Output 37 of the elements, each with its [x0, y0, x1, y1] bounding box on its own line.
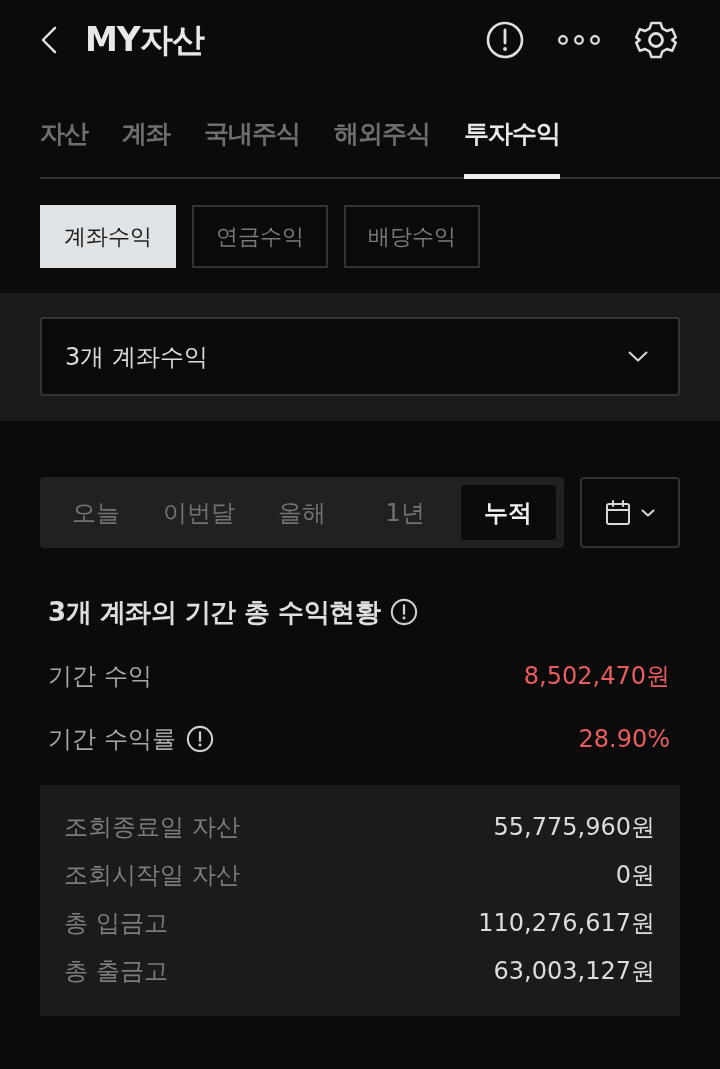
summary-value: 8,502,470원 [523, 661, 670, 692]
more-icon[interactable] [558, 34, 600, 46]
detail-label: 총 출금고 [64, 956, 168, 987]
period-tab[interactable]: 1년 [357, 485, 453, 540]
nav-tab[interactable]: 자산 [40, 80, 88, 179]
nav-tab[interactable]: 국내주식 [204, 80, 300, 179]
page-title: MY자산 [85, 18, 204, 61]
detail-value: 0원 [615, 860, 655, 891]
sub-tab[interactable]: 배당수익 [344, 205, 480, 268]
detail-label: 조회시작일 자산 [64, 860, 240, 891]
chevron-down-icon [641, 508, 655, 517]
nav-tab[interactable]: 해외주식 [334, 80, 430, 179]
info-icon[interactable] [486, 21, 524, 59]
nav-tab[interactable]: 투자수익 [464, 80, 560, 179]
detail-value: 63,003,127원 [493, 956, 655, 987]
calendar-icon [605, 499, 631, 526]
period-tab[interactable]: 오늘 [48, 485, 144, 540]
summary-label: 기간 수익 [48, 661, 152, 692]
back-icon[interactable] [40, 26, 57, 54]
summary-label: 기간 수익률 [48, 724, 176, 755]
period-tab[interactable]: 이번달 [151, 485, 247, 540]
detail-label: 조회종료일 자산 [64, 812, 240, 843]
detail-value: 55,775,960원 [493, 812, 655, 843]
sub-tab[interactable]: 계좌수익 [40, 205, 176, 268]
period-tab[interactable]: 누적 [460, 485, 556, 540]
summary-value: 28.90% [578, 724, 670, 755]
info-icon[interactable] [390, 598, 419, 626]
chevron-down-icon [628, 351, 648, 362]
nav-tab[interactable]: 계좌 [122, 80, 170, 179]
account-dropdown[interactable]: 3개 계좌수익 [40, 317, 680, 396]
info-icon[interactable] [185, 725, 214, 753]
detail-value: 110,276,617원 [478, 908, 655, 939]
period-tab[interactable]: 올해 [254, 485, 350, 540]
summary-title: 3개 계좌의 기간 총 수익현황 [48, 596, 381, 629]
detail-label: 총 입금고 [64, 908, 168, 939]
sub-tab[interactable]: 연금수익 [192, 205, 328, 268]
date-picker-button[interactable] [580, 477, 680, 548]
